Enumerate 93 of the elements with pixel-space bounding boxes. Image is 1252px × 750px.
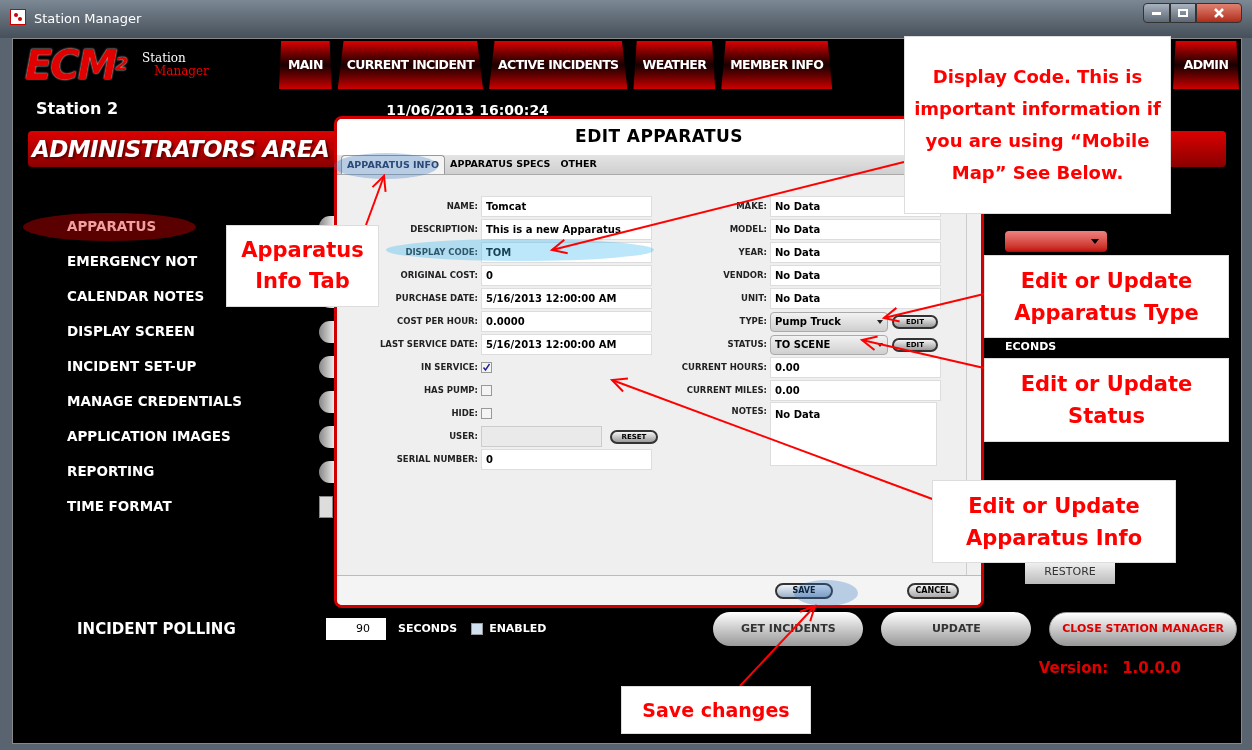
- text-field[interactable]: 0.00: [770, 380, 941, 401]
- field-label: DESCRIPTION:: [409, 223, 479, 236]
- text-field[interactable]: 0: [481, 449, 652, 470]
- date-time: 11/06/2013 16:00:24: [386, 101, 549, 120]
- logo-text: ECM$^{2}$: [25, 45, 126, 85]
- caret-icon: [1091, 239, 1099, 244]
- seconds-label: SECONDS: [398, 620, 458, 637]
- maximize-button[interactable]: [1170, 3, 1196, 23]
- field-label: HIDE:: [450, 407, 479, 420]
- seconds-label: ECONDS: [1005, 339, 1058, 355]
- minimize-button[interactable]: [1143, 3, 1170, 23]
- user-field[interactable]: [481, 426, 602, 447]
- highlight-ellipse: [794, 580, 858, 606]
- field-label: TYPE:: [738, 315, 768, 328]
- close-button[interactable]: [1196, 3, 1242, 23]
- polling-spinner[interactable]: 90: [326, 618, 386, 640]
- text-field[interactable]: No Data: [770, 242, 941, 263]
- station-name: Station 2: [36, 98, 119, 120]
- version-label: Version:: [1038, 658, 1109, 679]
- notes-field[interactable]: No Data: [770, 402, 937, 466]
- time-format-dropdown[interactable]: [319, 495, 333, 518]
- annotation-arrow: [365, 173, 387, 226]
- field-label: HAS PUMP:: [423, 384, 479, 397]
- nav-tab[interactable]: MAIN: [279, 41, 332, 89]
- logo-subtitle: Station Manager: [142, 52, 209, 78]
- nav-tab[interactable]: WEATHER: [633, 41, 716, 89]
- field-label: NOTES:: [730, 405, 768, 418]
- field-label: IN SERVICE:: [420, 361, 479, 374]
- dropdown-field[interactable]: [1005, 231, 1107, 252]
- field-label: YEAR:: [737, 246, 768, 259]
- text-field[interactable]: No Data: [770, 265, 941, 286]
- text-field[interactable]: This is a new Apparatus: [481, 219, 652, 240]
- nav-tab[interactable]: ADMIN: [1173, 41, 1239, 89]
- text-field[interactable]: No Data: [770, 219, 941, 240]
- version-number: 1.0.0.0: [1122, 658, 1181, 679]
- text-field[interactable]: 0.00: [770, 357, 941, 378]
- menu-item[interactable]: INCIDENT SET-UP: [67, 352, 197, 381]
- caret-icon: [877, 319, 883, 324]
- callout-tooltip: Edit or Update Apparatus Info: [932, 480, 1176, 563]
- text-field[interactable]: TOM: [481, 242, 652, 263]
- field-label: MAKE:: [735, 200, 768, 213]
- app-icon: [10, 9, 26, 25]
- action-button[interactable]: UPDATE: [881, 612, 1032, 646]
- nav-tab[interactable]: ACTIVE INCIDENTS: [489, 41, 628, 89]
- callout-tooltip: Save changes: [621, 686, 811, 734]
- section-title: ADMINISTRATORS AREA: [32, 134, 330, 164]
- text-field[interactable]: 5/16/2013 12:00:00 AM: [481, 334, 652, 355]
- menu-item[interactable]: DISPLAY SCREEN: [67, 317, 195, 346]
- field-label: MODEL:: [728, 223, 768, 236]
- field-label: UNIT:: [740, 292, 768, 305]
- dialog-tab[interactable]: OTHER: [555, 155, 602, 174]
- checkbox[interactable]: [471, 623, 484, 635]
- text-field[interactable]: No Data: [770, 288, 941, 309]
- menu-item[interactable]: REPORTING: [67, 457, 155, 486]
- callout-tooltip: Display Code. This is important information if you are using “Mobile Map” See Below.: [904, 36, 1171, 214]
- text-field[interactable]: 5/16/2013 12:00:00 AM: [481, 288, 652, 309]
- menu-item[interactable]: APPLICATION IMAGES: [67, 422, 231, 451]
- menu-item[interactable]: TIME FORMAT: [67, 492, 172, 521]
- dialog-tab[interactable]: APPARATUS SPECS: [445, 155, 556, 174]
- polling-label: INCIDENT POLLING: [77, 618, 237, 640]
- checkbox[interactable]: [481, 408, 492, 419]
- field-label: COST PER HOUR:: [395, 315, 479, 328]
- menu-item[interactable]: EMERGENCY NOT: [67, 247, 198, 276]
- cancel-button[interactable]: CANCEL: [907, 582, 959, 599]
- nav-tab[interactable]: CURRENT INCIDENT: [337, 41, 484, 89]
- dialog-tab[interactable]: APPARATUS INFO: [341, 155, 446, 174]
- callout-tooltip: Edit or Update Apparatus Type: [984, 255, 1229, 338]
- field-label: USER:: [448, 430, 479, 443]
- text-field[interactable]: Tomcat: [481, 196, 652, 217]
- enabled-label: ENABLED: [489, 620, 547, 637]
- text-field[interactable]: 0: [481, 265, 652, 286]
- menu-item[interactable]: CALENDAR NOTES: [67, 282, 205, 311]
- dropdown[interactable]: Pump Truck: [770, 311, 888, 332]
- field-label: VENDOR:: [722, 269, 768, 282]
- text-field[interactable]: 0.0000: [481, 311, 652, 332]
- field-label: LAST SERVICE DATE:: [378, 338, 479, 351]
- field-label: NAME:: [445, 200, 479, 213]
- close-icon: [1214, 8, 1224, 18]
- field-label: PURCHASE DATE:: [394, 292, 479, 305]
- dropdown[interactable]: TO SCENE: [770, 334, 888, 355]
- callout-tooltip: Apparatus Info Tab: [226, 225, 379, 307]
- nav-tab[interactable]: MEMBER INFO: [721, 41, 833, 89]
- field-label: STATUS:: [726, 338, 768, 351]
- field-label: CURRENT MILES:: [685, 384, 768, 397]
- field-label: SERIAL NUMBER:: [395, 453, 479, 466]
- checkbox[interactable]: [481, 362, 492, 373]
- field-label: CURRENT HOURS:: [680, 361, 768, 374]
- checkbox[interactable]: [481, 385, 492, 396]
- callout-tooltip: Edit or Update Status: [984, 358, 1229, 442]
- menu-item[interactable]: APPARATUS: [23, 212, 197, 241]
- save-button[interactable]: SAVE: [775, 582, 833, 599]
- window-title: Station Manager: [34, 10, 142, 28]
- menu-item[interactable]: MANAGE CREDENTIALS: [67, 387, 242, 416]
